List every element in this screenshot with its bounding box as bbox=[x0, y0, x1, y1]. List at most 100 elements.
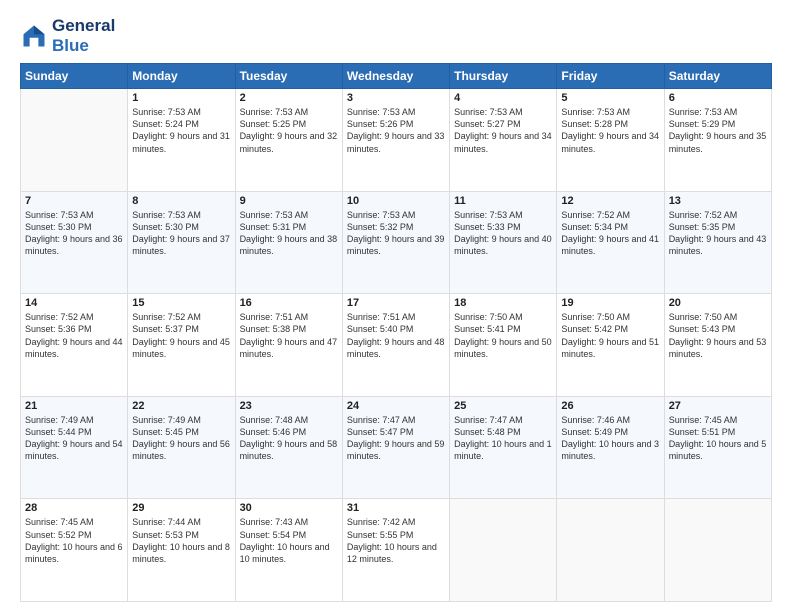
logo-text: General Blue bbox=[52, 16, 115, 55]
sunrise-info: Sunrise: 7:52 AM bbox=[132, 311, 230, 323]
day-info: Sunrise: 7:45 AMSunset: 5:51 PMDaylight:… bbox=[669, 414, 767, 463]
day-info: Sunrise: 7:45 AMSunset: 5:52 PMDaylight:… bbox=[25, 516, 123, 565]
daylight-info: Daylight: 9 hours and 34 minutes. bbox=[454, 130, 552, 154]
sunrise-info: Sunrise: 7:53 AM bbox=[132, 106, 230, 118]
sunrise-info: Sunrise: 7:53 AM bbox=[132, 209, 230, 221]
sunrise-info: Sunrise: 7:51 AM bbox=[240, 311, 338, 323]
day-number: 23 bbox=[240, 400, 338, 412]
day-info: Sunrise: 7:47 AMSunset: 5:48 PMDaylight:… bbox=[454, 414, 552, 463]
sunrise-info: Sunrise: 7:53 AM bbox=[240, 106, 338, 118]
daylight-info: Daylight: 9 hours and 34 minutes. bbox=[561, 130, 659, 154]
weekday-header-saturday: Saturday bbox=[664, 64, 771, 89]
calendar-cell: 23Sunrise: 7:48 AMSunset: 5:46 PMDayligh… bbox=[235, 396, 342, 499]
sunset-info: Sunset: 5:51 PM bbox=[669, 426, 767, 438]
day-number: 7 bbox=[25, 195, 123, 207]
daylight-info: Daylight: 9 hours and 48 minutes. bbox=[347, 336, 445, 360]
calendar-cell: 15Sunrise: 7:52 AMSunset: 5:37 PMDayligh… bbox=[128, 294, 235, 397]
sunset-info: Sunset: 5:40 PM bbox=[347, 323, 445, 335]
daylight-info: Daylight: 10 hours and 3 minutes. bbox=[561, 438, 659, 462]
sunrise-info: Sunrise: 7:52 AM bbox=[669, 209, 767, 221]
sunrise-info: Sunrise: 7:52 AM bbox=[25, 311, 123, 323]
day-info: Sunrise: 7:51 AMSunset: 5:40 PMDaylight:… bbox=[347, 311, 445, 360]
day-info: Sunrise: 7:53 AMSunset: 5:30 PMDaylight:… bbox=[25, 209, 123, 258]
day-info: Sunrise: 7:51 AMSunset: 5:38 PMDaylight:… bbox=[240, 311, 338, 360]
calendar-cell: 31 Sunrise: 7:42 AMSunset: 5:55 PMDayligh… bbox=[342, 499, 449, 602]
day-number: 2 bbox=[240, 92, 338, 104]
daylight-info: Daylight: 9 hours and 32 minutes. bbox=[240, 130, 338, 154]
daylight-info: Daylight: 9 hours and 53 minutes. bbox=[669, 336, 767, 360]
day-info: Sunrise: 7:53 AMSunset: 5:24 PMDaylight:… bbox=[132, 106, 230, 155]
day-info: Sunrise: 7:50 AMSunset: 5:42 PMDaylight:… bbox=[561, 311, 659, 360]
sunset-info: Sunset: 5:32 PM bbox=[347, 221, 445, 233]
sunrise-info: Sunrise: 7:45 AM bbox=[669, 414, 767, 426]
sunset-info: Sunset: 5:27 PM bbox=[454, 118, 552, 130]
day-number: 9 bbox=[240, 195, 338, 207]
day-number: 31 bbox=[347, 502, 445, 514]
day-number: 22 bbox=[132, 400, 230, 412]
sunrise-info: Sunrise: 7:51 AM bbox=[347, 311, 445, 323]
calendar-cell: 7 Sunrise: 7:53 AMSunset: 5:30 PMDaylight… bbox=[21, 191, 128, 294]
calendar-cell: 2 Sunrise: 7:53 AMSunset: 5:25 PMDaylight… bbox=[235, 89, 342, 192]
day-number: 28 bbox=[25, 502, 123, 514]
day-number: 19 bbox=[561, 297, 659, 309]
calendar-cell: 11Sunrise: 7:53 AMSunset: 5:33 PMDayligh… bbox=[450, 191, 557, 294]
sunset-info: Sunset: 5:47 PM bbox=[347, 426, 445, 438]
calendar-cell: 28 Sunrise: 7:45 AMSunset: 5:52 PMDayligh… bbox=[21, 499, 128, 602]
daylight-info: Daylight: 10 hours and 5 minutes. bbox=[669, 438, 767, 462]
sunrise-info: Sunrise: 7:53 AM bbox=[25, 209, 123, 221]
day-info: Sunrise: 7:53 AMSunset: 5:32 PMDaylight:… bbox=[347, 209, 445, 258]
calendar-cell: 1Sunrise: 7:53 AMSunset: 5:24 PMDaylight… bbox=[128, 89, 235, 192]
sunset-info: Sunset: 5:34 PM bbox=[561, 221, 659, 233]
sunset-info: Sunset: 5:43 PM bbox=[669, 323, 767, 335]
calendar-cell: 5 Sunrise: 7:53 AMSunset: 5:28 PMDaylight… bbox=[557, 89, 664, 192]
day-info: Sunrise: 7:42 AMSunset: 5:55 PMDaylight:… bbox=[347, 516, 445, 565]
calendar-cell: 16Sunrise: 7:51 AMSunset: 5:38 PMDayligh… bbox=[235, 294, 342, 397]
day-number: 10 bbox=[347, 195, 445, 207]
day-number: 18 bbox=[454, 297, 552, 309]
daylight-info: Daylight: 9 hours and 37 minutes. bbox=[132, 233, 230, 257]
sunrise-info: Sunrise: 7:50 AM bbox=[454, 311, 552, 323]
sunrise-info: Sunrise: 7:43 AM bbox=[240, 516, 338, 528]
day-info: Sunrise: 7:47 AMSunset: 5:47 PMDaylight:… bbox=[347, 414, 445, 463]
day-number: 17 bbox=[347, 297, 445, 309]
calendar-cell bbox=[21, 89, 128, 192]
calendar-cell: 20 Sunrise: 7:50 AMSunset: 5:43 PMDayligh… bbox=[664, 294, 771, 397]
daylight-info: Daylight: 10 hours and 1 minute. bbox=[454, 438, 552, 462]
day-number: 5 bbox=[561, 92, 659, 104]
day-number: 4 bbox=[454, 92, 552, 104]
calendar-week-2: 7 Sunrise: 7:53 AMSunset: 5:30 PMDaylight… bbox=[21, 191, 772, 294]
daylight-info: Daylight: 9 hours and 51 minutes. bbox=[561, 336, 659, 360]
sunset-info: Sunset: 5:28 PM bbox=[561, 118, 659, 130]
day-number: 27 bbox=[669, 400, 767, 412]
sunrise-info: Sunrise: 7:53 AM bbox=[240, 209, 338, 221]
day-number: 20 bbox=[669, 297, 767, 309]
sunrise-info: Sunrise: 7:46 AM bbox=[561, 414, 659, 426]
calendar-cell: 14Sunrise: 7:52 AMSunset: 5:36 PMDayligh… bbox=[21, 294, 128, 397]
sunset-info: Sunset: 5:48 PM bbox=[454, 426, 552, 438]
day-info: Sunrise: 7:43 AMSunset: 5:54 PMDaylight:… bbox=[240, 516, 338, 565]
day-info: Sunrise: 7:49 AMSunset: 5:44 PMDaylight:… bbox=[25, 414, 123, 463]
sunset-info: Sunset: 5:25 PM bbox=[240, 118, 338, 130]
day-info: Sunrise: 7:50 AMSunset: 5:43 PMDaylight:… bbox=[669, 311, 767, 360]
sunset-info: Sunset: 5:54 PM bbox=[240, 529, 338, 541]
day-info: Sunrise: 7:53 AMSunset: 5:29 PMDaylight:… bbox=[669, 106, 767, 155]
weekday-header-monday: Monday bbox=[128, 64, 235, 89]
sunset-info: Sunset: 5:29 PM bbox=[669, 118, 767, 130]
logo-icon bbox=[20, 22, 48, 50]
sunrise-info: Sunrise: 7:53 AM bbox=[347, 209, 445, 221]
day-info: Sunrise: 7:53 AMSunset: 5:28 PMDaylight:… bbox=[561, 106, 659, 155]
daylight-info: Daylight: 9 hours and 56 minutes. bbox=[132, 438, 230, 462]
sunrise-info: Sunrise: 7:53 AM bbox=[454, 209, 552, 221]
calendar-cell: 21Sunrise: 7:49 AMSunset: 5:44 PMDayligh… bbox=[21, 396, 128, 499]
day-info: Sunrise: 7:53 AMSunset: 5:30 PMDaylight:… bbox=[132, 209, 230, 258]
calendar-cell: 4Sunrise: 7:53 AMSunset: 5:27 PMDaylight… bbox=[450, 89, 557, 192]
day-info: Sunrise: 7:52 AMSunset: 5:35 PMDaylight:… bbox=[669, 209, 767, 258]
sunset-info: Sunset: 5:55 PM bbox=[347, 529, 445, 541]
daylight-info: Daylight: 9 hours and 47 minutes. bbox=[240, 336, 338, 360]
daylight-info: Daylight: 9 hours and 39 minutes. bbox=[347, 233, 445, 257]
calendar-week-3: 14Sunrise: 7:52 AMSunset: 5:36 PMDayligh… bbox=[21, 294, 772, 397]
day-number: 14 bbox=[25, 297, 123, 309]
sunrise-info: Sunrise: 7:44 AM bbox=[132, 516, 230, 528]
daylight-info: Daylight: 9 hours and 38 minutes. bbox=[240, 233, 338, 257]
day-number: 8 bbox=[132, 195, 230, 207]
